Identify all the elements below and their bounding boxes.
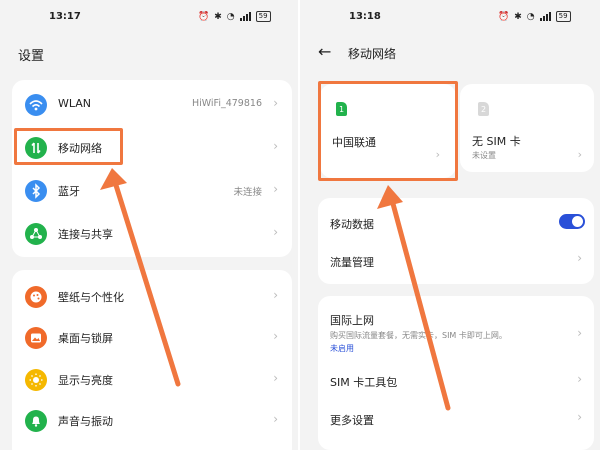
chevron-right-icon: › [273,96,278,110]
alarm-icon: ⏰ [198,11,210,22]
chevron-right-icon: › [577,372,582,386]
bluetooth-status-icon: ✱ [514,11,522,22]
roaming-status: 未启用 [330,344,354,353]
more-card: 国际上网 购买国际流量套餐，无需实卡，SIM 卡即可上网。 未启用 › SIM … [318,296,594,450]
wlan-label: WLAN [58,97,92,110]
chevron-right-icon: › [577,148,582,161]
sim2-status: 未设置 [472,151,496,160]
data-usage-label[interactable]: 流量管理 [330,254,374,270]
network-card: WLAN HiWiFi_479816 › 移动网络 › 蓝牙 未连接 › 连接与… [12,80,292,257]
chevron-right-icon: › [577,410,582,424]
signal-icon [239,12,251,21]
desktop-lockscreen-row[interactable]: 桌面与锁屏 › [12,318,292,358]
roaming-desc: 购买国际流量套餐，无需实卡，SIM 卡即可上网。 [330,331,507,340]
chevron-right-icon: › [273,412,278,426]
status-time: 13:17 [49,11,81,22]
chevron-right-icon: › [273,182,278,196]
highlight-box [14,128,123,165]
wallpaper-row[interactable]: 壁纸与个性化 › [12,277,292,317]
bell-icon [25,410,47,432]
sim2-card[interactable]: 2 无 SIM 卡 未设置 › [460,84,594,172]
status-icons: ⏰ ✱ ◔ 59 [498,11,571,22]
bluetooth-status-icon: ✱ [214,11,222,22]
status-bar: 13:18 ⏰ ✱ ◔ 59 [300,8,600,28]
status-time: 13:18 [349,11,381,22]
bluetooth-label: 蓝牙 [58,185,80,198]
display-brightness-label: 显示与亮度 [58,374,113,387]
data-card: 移动数据 流量管理 › [318,198,594,284]
chevron-right-icon: › [273,329,278,343]
wifi-status-icon: ◔ [226,11,235,22]
battery-icon: 59 [555,11,571,22]
sim2-name: 无 SIM 卡 [472,135,521,148]
bluetooth-row[interactable]: 蓝牙 未连接 › [12,171,292,211]
settings-screen: 13:17 ⏰ ✱ ◔ 59 设置 WLAN HiWiFi_479816 › 移… [0,0,300,450]
desktop-lockscreen-label: 桌面与锁屏 [58,332,113,345]
chevron-right-icon: › [577,251,582,265]
battery-icon: 59 [255,11,271,22]
mobile-data-toggle[interactable] [559,214,585,229]
bluetooth-value: 未连接 [233,187,262,198]
connection-sharing-row[interactable]: 连接与共享 › [12,214,292,254]
wallpaper-label: 壁纸与个性化 [58,291,124,304]
wlan-row[interactable]: WLAN HiWiFi_479816 › [12,85,292,125]
share-icon [25,223,47,245]
palette-icon [25,286,47,308]
roaming-label[interactable]: 国际上网 [330,312,374,328]
sound-vibration-label: 声音与振动 [58,415,113,428]
chevron-right-icon: › [273,288,278,302]
sound-vibration-row[interactable]: 声音与振动 › [12,401,292,441]
status-icons: ⏰ ✱ ◔ 59 [198,11,271,22]
bluetooth-icon [25,180,47,202]
alarm-icon: ⏰ [498,11,510,22]
mobile-network-screen: 13:18 ⏰ ✱ ◔ 59 ← 移动网络 1 中国联通 › 2 无 SIM 卡… [300,0,600,450]
wifi-icon [25,94,47,116]
more-settings-label[interactable]: 更多设置 [330,412,374,428]
back-arrow-icon[interactable]: ← [318,42,331,61]
display-brightness-row[interactable]: 显示与亮度 › [12,360,292,400]
chevron-right-icon: › [273,225,278,239]
signal-icon [539,12,551,21]
sim-card-icon: 2 [478,102,489,116]
wlan-value: HiWiFi_479816 [191,98,262,109]
mobile-data-label: 移动数据 [330,218,374,231]
highlight-box [318,81,458,181]
chevron-right-icon: › [273,371,278,385]
chevron-right-icon: › [577,326,582,340]
image-icon [25,327,47,349]
connection-sharing-label: 连接与共享 [58,228,113,241]
wifi-status-icon: ◔ [526,11,535,22]
personalization-card: 壁纸与个性化 › 桌面与锁屏 › 显示与亮度 › 声音与振动 › [12,270,292,450]
page-title: 移动网络 [348,47,397,61]
sun-icon [25,369,47,391]
page-title: 设置 [18,49,45,64]
status-bar: 13:17 ⏰ ✱ ◔ 59 [0,8,300,28]
chevron-right-icon: › [273,139,278,153]
sim-toolkit-label[interactable]: SIM 卡工具包 [330,374,397,390]
